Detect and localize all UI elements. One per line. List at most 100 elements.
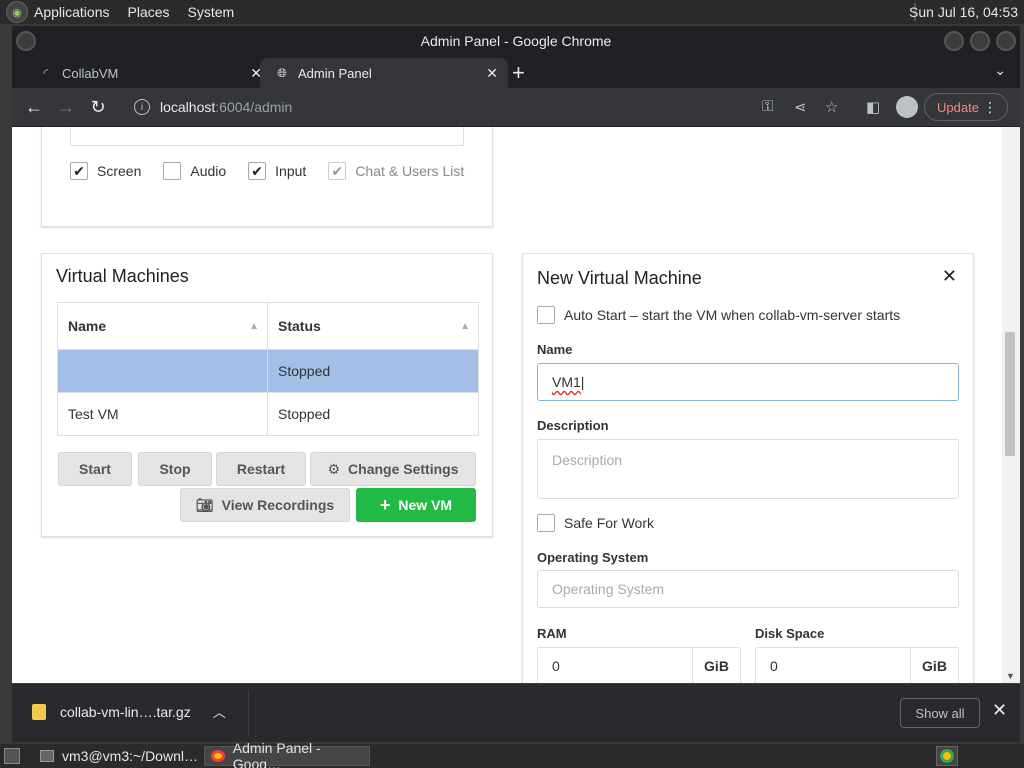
back-arrow-icon[interactable]: ← xyxy=(18,97,50,118)
close-icon[interactable]: ✕ xyxy=(942,266,957,287)
tray-chrome-icon[interactable] xyxy=(936,746,958,766)
view-recordings-button[interactable]: 📷︎ View Recordings xyxy=(180,488,350,522)
description-placeholder: Description xyxy=(552,452,623,468)
tab-admin-panel[interactable]: 🌐︎ Admin Panel ✕ xyxy=(260,58,508,88)
ram-input[interactable]: 0 GiB xyxy=(537,647,741,683)
window-close-button[interactable] xyxy=(996,31,1016,51)
browser-toolbar: ← → ↻ i localhost:6004/admin ⚿ ⋖ ☆ ◧ Upd… xyxy=(12,88,1020,126)
shelf-close-icon[interactable]: ✕ xyxy=(992,700,1007,721)
browser-window: Admin Panel - Google Chrome ◜ CollabVM ✕… xyxy=(12,26,1020,742)
scrollbar-thumb[interactable] xyxy=(1005,332,1015,456)
os-placeholder: Operating System xyxy=(552,581,665,597)
globe-icon: 🌐︎ xyxy=(277,65,287,80)
sort-icon: ▲ xyxy=(249,321,259,332)
profile-avatar-icon[interactable] xyxy=(896,96,918,118)
menu-system[interactable]: System xyxy=(188,4,235,20)
os-input[interactable]: Operating System xyxy=(537,570,959,608)
table-row[interactable]: Stopped xyxy=(57,349,479,393)
star-icon[interactable]: ☆ xyxy=(825,98,838,116)
audio-checkbox[interactable] xyxy=(163,162,182,180)
disk-label: Disk Space xyxy=(755,626,825,641)
spinner-icon: ◜ xyxy=(43,66,49,80)
column-header-name[interactable]: Name ▲ xyxy=(57,302,268,350)
share-icon[interactable]: ⋖ xyxy=(794,98,807,116)
window-title: Admin Panel - Google Chrome xyxy=(420,33,612,49)
audio-label: Audio xyxy=(190,163,227,179)
disk-unit: GiB xyxy=(910,648,958,683)
reload-icon[interactable]: ↻ xyxy=(82,97,114,118)
panel-clock[interactable]: Sun Jul 16, 04:53 xyxy=(909,4,1018,20)
ram-label: RAM xyxy=(537,626,567,641)
menu-places[interactable]: Places xyxy=(128,4,170,20)
top-panel: ◉ Applications Places System Sun Jul 16,… xyxy=(0,0,1024,24)
settings-card: 80 ✔ Screen Audio ✔ Input ✔ Chat & Users… xyxy=(41,127,493,227)
taskbar-item-chrome[interactable]: Admin Panel - Goog… xyxy=(204,740,370,768)
menu-applications[interactable]: Applications xyxy=(34,4,110,20)
update-label: Update xyxy=(937,99,979,115)
shelf-divider xyxy=(248,690,249,736)
download-filename: collab-vm-lin….tar.gz xyxy=(60,703,191,720)
ram-value: 0 xyxy=(552,658,560,674)
auto-start-checkbox[interactable] xyxy=(537,306,555,324)
camera-icon: 📷︎ xyxy=(195,496,214,513)
safe-for-work-checkbox[interactable] xyxy=(537,514,555,532)
description-textarea[interactable]: Description xyxy=(537,439,959,499)
download-shelf: collab-vm-lin….tar.gz ︿ Show all ✕ xyxy=(12,683,1020,742)
taskbar-item-terminal[interactable]: vm3@vm3:~/Downl… xyxy=(34,746,202,766)
window-menu-button[interactable] xyxy=(16,31,36,51)
restart-button[interactable]: Restart xyxy=(216,452,306,486)
side-panel-icon[interactable]: ◧ xyxy=(866,98,880,116)
input-label: Input xyxy=(275,163,307,179)
new-vm-card: New Virtual Machine ✕ Auto Start – start… xyxy=(522,253,974,683)
table-row[interactable]: Test VM Stopped xyxy=(57,392,479,436)
chat-users-label: Chat & Users List xyxy=(355,163,465,179)
vm-table: Name ▲ Status ▲ Stopped Test VM Stopped xyxy=(57,302,479,436)
address-bar[interactable]: i localhost:6004/admin xyxy=(124,92,764,122)
forward-arrow-icon[interactable]: → xyxy=(50,97,82,118)
page-content: 80 ✔ Screen Audio ✔ Input ✔ Chat & Users… xyxy=(12,127,1002,683)
minimize-button[interactable] xyxy=(944,31,964,51)
terminal-icon xyxy=(40,750,54,762)
sort-icon: ▲ xyxy=(460,321,470,332)
tab-close-icon[interactable]: ✕ xyxy=(486,65,498,82)
bottom-taskbar: vm3@vm3:~/Downl… Admin Panel - Goog… xyxy=(0,740,1024,768)
stop-button[interactable]: Stop xyxy=(138,452,212,486)
chevron-up-icon[interactable]: ︿ xyxy=(213,702,226,721)
disk-value: 0 xyxy=(770,658,778,674)
column-header-status[interactable]: Status ▲ xyxy=(267,302,479,350)
tab-collabvm[interactable]: ◜ CollabVM ✕ xyxy=(24,58,272,88)
info-icon[interactable]: i xyxy=(134,99,150,115)
vm-name-cell xyxy=(57,349,268,393)
tab-label: Admin Panel xyxy=(298,65,372,81)
name-value: VM1 xyxy=(552,374,581,390)
new-vm-title: New Virtual Machine xyxy=(537,268,702,288)
permission-checkboxes: ✔ Screen Audio ✔ Input ✔ Chat & Users Li… xyxy=(70,162,486,180)
screen-checkbox[interactable]: ✔ xyxy=(70,162,88,180)
window-titlebar[interactable]: Admin Panel - Google Chrome xyxy=(12,26,1020,56)
download-item[interactable]: collab-vm-lin….tar.gz ︿ xyxy=(32,702,226,721)
safe-for-work-label: Safe For Work xyxy=(564,515,654,531)
port-input[interactable]: 80 xyxy=(70,127,464,146)
os-logo-icon[interactable]: ◉ xyxy=(6,1,28,23)
plus-icon: + xyxy=(379,494,391,515)
tab-label: CollabVM xyxy=(62,65,119,81)
update-button[interactable]: Update ⋮ xyxy=(924,93,1008,121)
maximize-button[interactable] xyxy=(970,31,990,51)
disk-input[interactable]: 0 GiB xyxy=(755,647,959,683)
change-settings-button[interactable]: ⚙ Change Settings xyxy=(310,452,476,486)
input-checkbox[interactable]: ✔ xyxy=(248,162,267,180)
show-all-button[interactable]: Show all xyxy=(900,698,980,728)
new-tab-icon[interactable]: + xyxy=(512,60,525,86)
scroll-down-icon[interactable]: ▼ xyxy=(1006,671,1015,681)
description-label: Description xyxy=(537,418,609,433)
chevron-down-icon[interactable]: ⌄ xyxy=(994,62,1006,79)
page-scrollbar[interactable]: ▼ xyxy=(1002,127,1020,683)
vm-card-title: Virtual Machines xyxy=(56,266,189,286)
name-input[interactable]: VM1 | xyxy=(537,363,959,401)
start-button[interactable]: Start xyxy=(58,452,132,486)
show-desktop-icon[interactable] xyxy=(4,748,20,764)
new-vm-button[interactable]: + New VM xyxy=(356,488,476,522)
archive-file-icon xyxy=(32,703,46,720)
kebab-menu-icon[interactable]: ⋮ xyxy=(983,99,997,116)
key-icon[interactable]: ⚿ xyxy=(762,98,773,115)
